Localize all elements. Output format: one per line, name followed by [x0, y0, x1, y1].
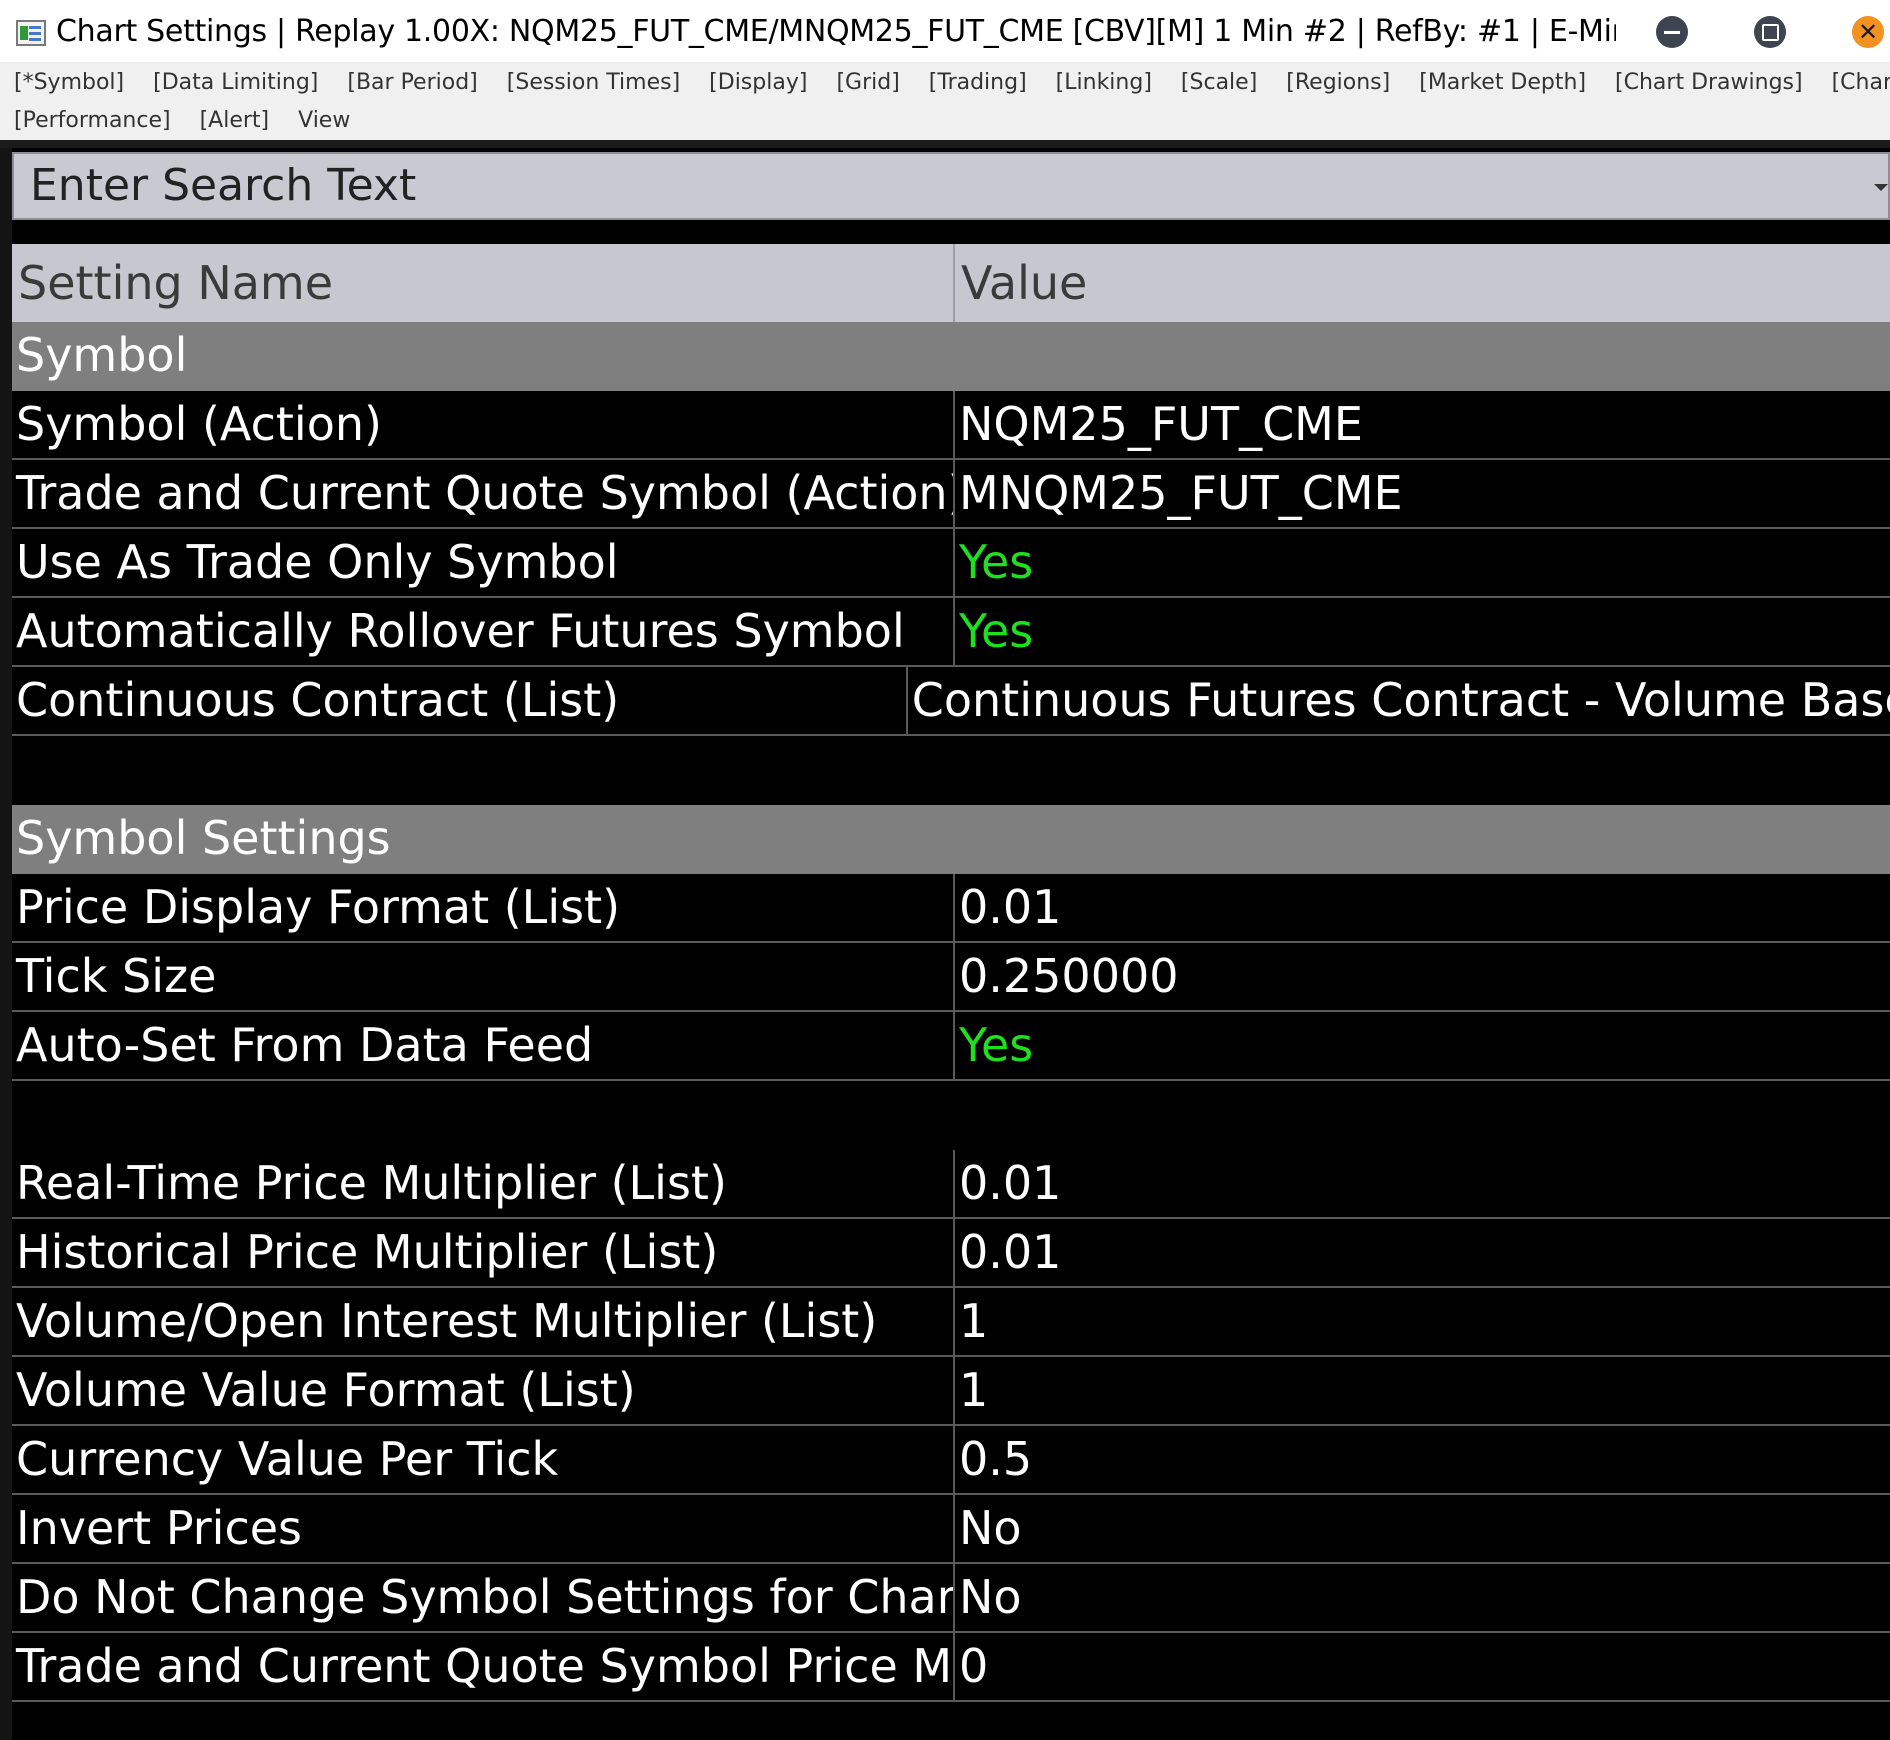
- column-header-setting-name[interactable]: Setting Name: [12, 244, 955, 322]
- settings-menu-bar: [*Symbol] [Data Limiting] [Bar Period] [Ses…: [0, 62, 1890, 140]
- table-row[interactable]: Trade and Current Quote Symbol (Action) M…: [12, 460, 1890, 529]
- setting-name: Real-Time Price Multiplier (List): [12, 1150, 955, 1217]
- setting-value[interactable]: 1: [955, 1357, 988, 1424]
- search-placeholder: Enter Search Text: [30, 160, 417, 211]
- setting-name: Do Not Change Symbol Settings for Chart …: [12, 1564, 955, 1631]
- menu-item[interactable]: [Bar Period]: [347, 68, 477, 98]
- setting-value[interactable]: Yes: [955, 598, 1033, 665]
- table-row[interactable]: Continuous Contract (List) Continuous Fut…: [12, 667, 1890, 736]
- setting-name: Volume Value Format (List): [12, 1357, 955, 1424]
- dropdown-arrow-icon[interactable]: [1874, 184, 1888, 191]
- table-row[interactable]: Use As Trade Only Symbol Yes: [12, 529, 1890, 598]
- setting-value[interactable]: No: [955, 1564, 1022, 1631]
- setting-value[interactable]: 0: [955, 1633, 988, 1700]
- table-row[interactable]: Symbol (Action) NQM25_FUT_CME: [12, 391, 1890, 460]
- table-row[interactable]: Real-Time Price Multiplier (List) 0.01: [12, 1150, 1890, 1219]
- table-row[interactable]: Do Not Change Symbol Settings for Chart …: [12, 1564, 1890, 1633]
- setting-name: Use As Trade Only Symbol: [12, 529, 955, 596]
- menu-row-2: [Performance] [Alert] View: [14, 106, 379, 136]
- chart-app-icon: [16, 20, 46, 46]
- group-header[interactable]: Symbol: [12, 322, 1890, 391]
- menu-item[interactable]: [Grid]: [836, 68, 899, 98]
- menu-item[interactable]: [Chart Data]: [1832, 68, 1890, 98]
- menu-row-1: [*Symbol] [Data Limiting] [Bar Period] [Ses…: [14, 68, 1890, 98]
- spacer-row: [12, 1081, 1890, 1150]
- menu-item[interactable]: [Chart Drawings]: [1615, 68, 1803, 98]
- table-row[interactable]: Invert Prices No: [12, 1495, 1890, 1564]
- setting-value[interactable]: 0.01: [955, 1219, 1061, 1286]
- setting-value[interactable]: MNQM25_FUT_CME: [955, 460, 1403, 527]
- close-button[interactable]: ✕: [1852, 16, 1884, 48]
- setting-name: Currency Value Per Tick: [12, 1426, 955, 1493]
- table-row[interactable]: Price Display Format (List) 0.01: [12, 874, 1890, 943]
- spacer-row: [12, 736, 1890, 805]
- setting-value[interactable]: Yes: [955, 1012, 1033, 1079]
- setting-name: Trade and Current Quote Symbol Price Mul…: [12, 1633, 955, 1700]
- table-row[interactable]: Currency Value Per Tick 0.5: [12, 1426, 1890, 1495]
- setting-name: Trade and Current Quote Symbol (Action): [12, 460, 955, 527]
- table-row[interactable]: Historical Price Multiplier (List) 0.01: [12, 1219, 1890, 1288]
- maximize-button[interactable]: [1754, 16, 1786, 48]
- table-row[interactable]: Volume Value Format (List) 1: [12, 1357, 1890, 1426]
- menu-item[interactable]: View: [298, 106, 350, 136]
- setting-name: Symbol (Action): [12, 391, 955, 458]
- setting-value[interactable]: 0.5: [955, 1426, 1032, 1493]
- setting-name: Volume/Open Interest Multiplier (List): [12, 1288, 955, 1355]
- setting-value[interactable]: 0.01: [955, 1150, 1061, 1217]
- menu-item[interactable]: [Trading]: [929, 68, 1027, 98]
- setting-name: Historical Price Multiplier (List): [12, 1219, 955, 1286]
- menu-item[interactable]: [Display]: [709, 68, 807, 98]
- setting-value[interactable]: 1: [955, 1288, 988, 1355]
- search-input[interactable]: Enter Search Text: [12, 152, 1890, 220]
- panel-edge: [0, 148, 12, 1740]
- setting-name: Auto-Set From Data Feed: [12, 1012, 955, 1079]
- table-body: Symbol Symbol (Action) NQM25_FUT_CME Trade …: [12, 322, 1890, 1702]
- menu-item[interactable]: [Session Times]: [507, 68, 680, 98]
- menu-item[interactable]: [Market Depth]: [1419, 68, 1586, 98]
- menu-item[interactable]: [*Symbol]: [14, 68, 124, 98]
- setting-name: Automatically Rollover Futures Symbol: [12, 598, 955, 665]
- menu-item[interactable]: [Performance]: [14, 106, 171, 136]
- setting-value[interactable]: Continuous Futures Contract - Volume Bas…: [908, 667, 1890, 734]
- menu-item[interactable]: [Alert]: [200, 106, 270, 136]
- setting-value[interactable]: Yes: [955, 529, 1033, 596]
- group-header[interactable]: Symbol Settings: [12, 805, 1890, 874]
- window-title: Chart Settings | Replay 1.00X: NQM25_FUT…: [56, 14, 1616, 49]
- group-label: Symbol: [16, 328, 188, 382]
- close-icon: ✕: [1857, 18, 1879, 46]
- setting-name: Tick Size: [12, 943, 955, 1010]
- setting-value[interactable]: NQM25_FUT_CME: [955, 391, 1363, 458]
- divider: [0, 140, 1890, 148]
- menu-item[interactable]: [Regions]: [1286, 68, 1390, 98]
- column-header-value[interactable]: Value: [955, 244, 1087, 322]
- setting-name: Continuous Contract (List): [12, 667, 908, 734]
- menu-item[interactable]: [Data Limiting]: [153, 68, 318, 98]
- table-header: Setting Name Value: [12, 244, 1890, 322]
- title-bar: Chart Settings | Replay 1.00X: NQM25_FUT…: [0, 0, 1890, 62]
- setting-name: Price Display Format (List): [12, 874, 955, 941]
- settings-table: Setting Name Value Symbol Symbol (Action)…: [12, 244, 1890, 1702]
- table-row[interactable]: Automatically Rollover Futures Symbol Yes: [12, 598, 1890, 667]
- setting-value[interactable]: No: [955, 1495, 1022, 1562]
- minimize-button[interactable]: [1656, 16, 1688, 48]
- setting-name: Invert Prices: [12, 1495, 955, 1562]
- table-row[interactable]: Tick Size 0.250000: [12, 943, 1890, 1012]
- table-row[interactable]: Auto-Set From Data Feed Yes: [12, 1012, 1890, 1081]
- menu-item[interactable]: [Scale]: [1181, 68, 1257, 98]
- menu-item[interactable]: [Linking]: [1056, 68, 1152, 98]
- table-row[interactable]: Trade and Current Quote Symbol Price Mul…: [12, 1633, 1890, 1702]
- table-row[interactable]: Volume/Open Interest Multiplier (List) 1: [12, 1288, 1890, 1357]
- group-label: Symbol Settings: [16, 811, 391, 865]
- setting-value[interactable]: 0.01: [955, 874, 1061, 941]
- setting-value[interactable]: 0.250000: [955, 943, 1179, 1010]
